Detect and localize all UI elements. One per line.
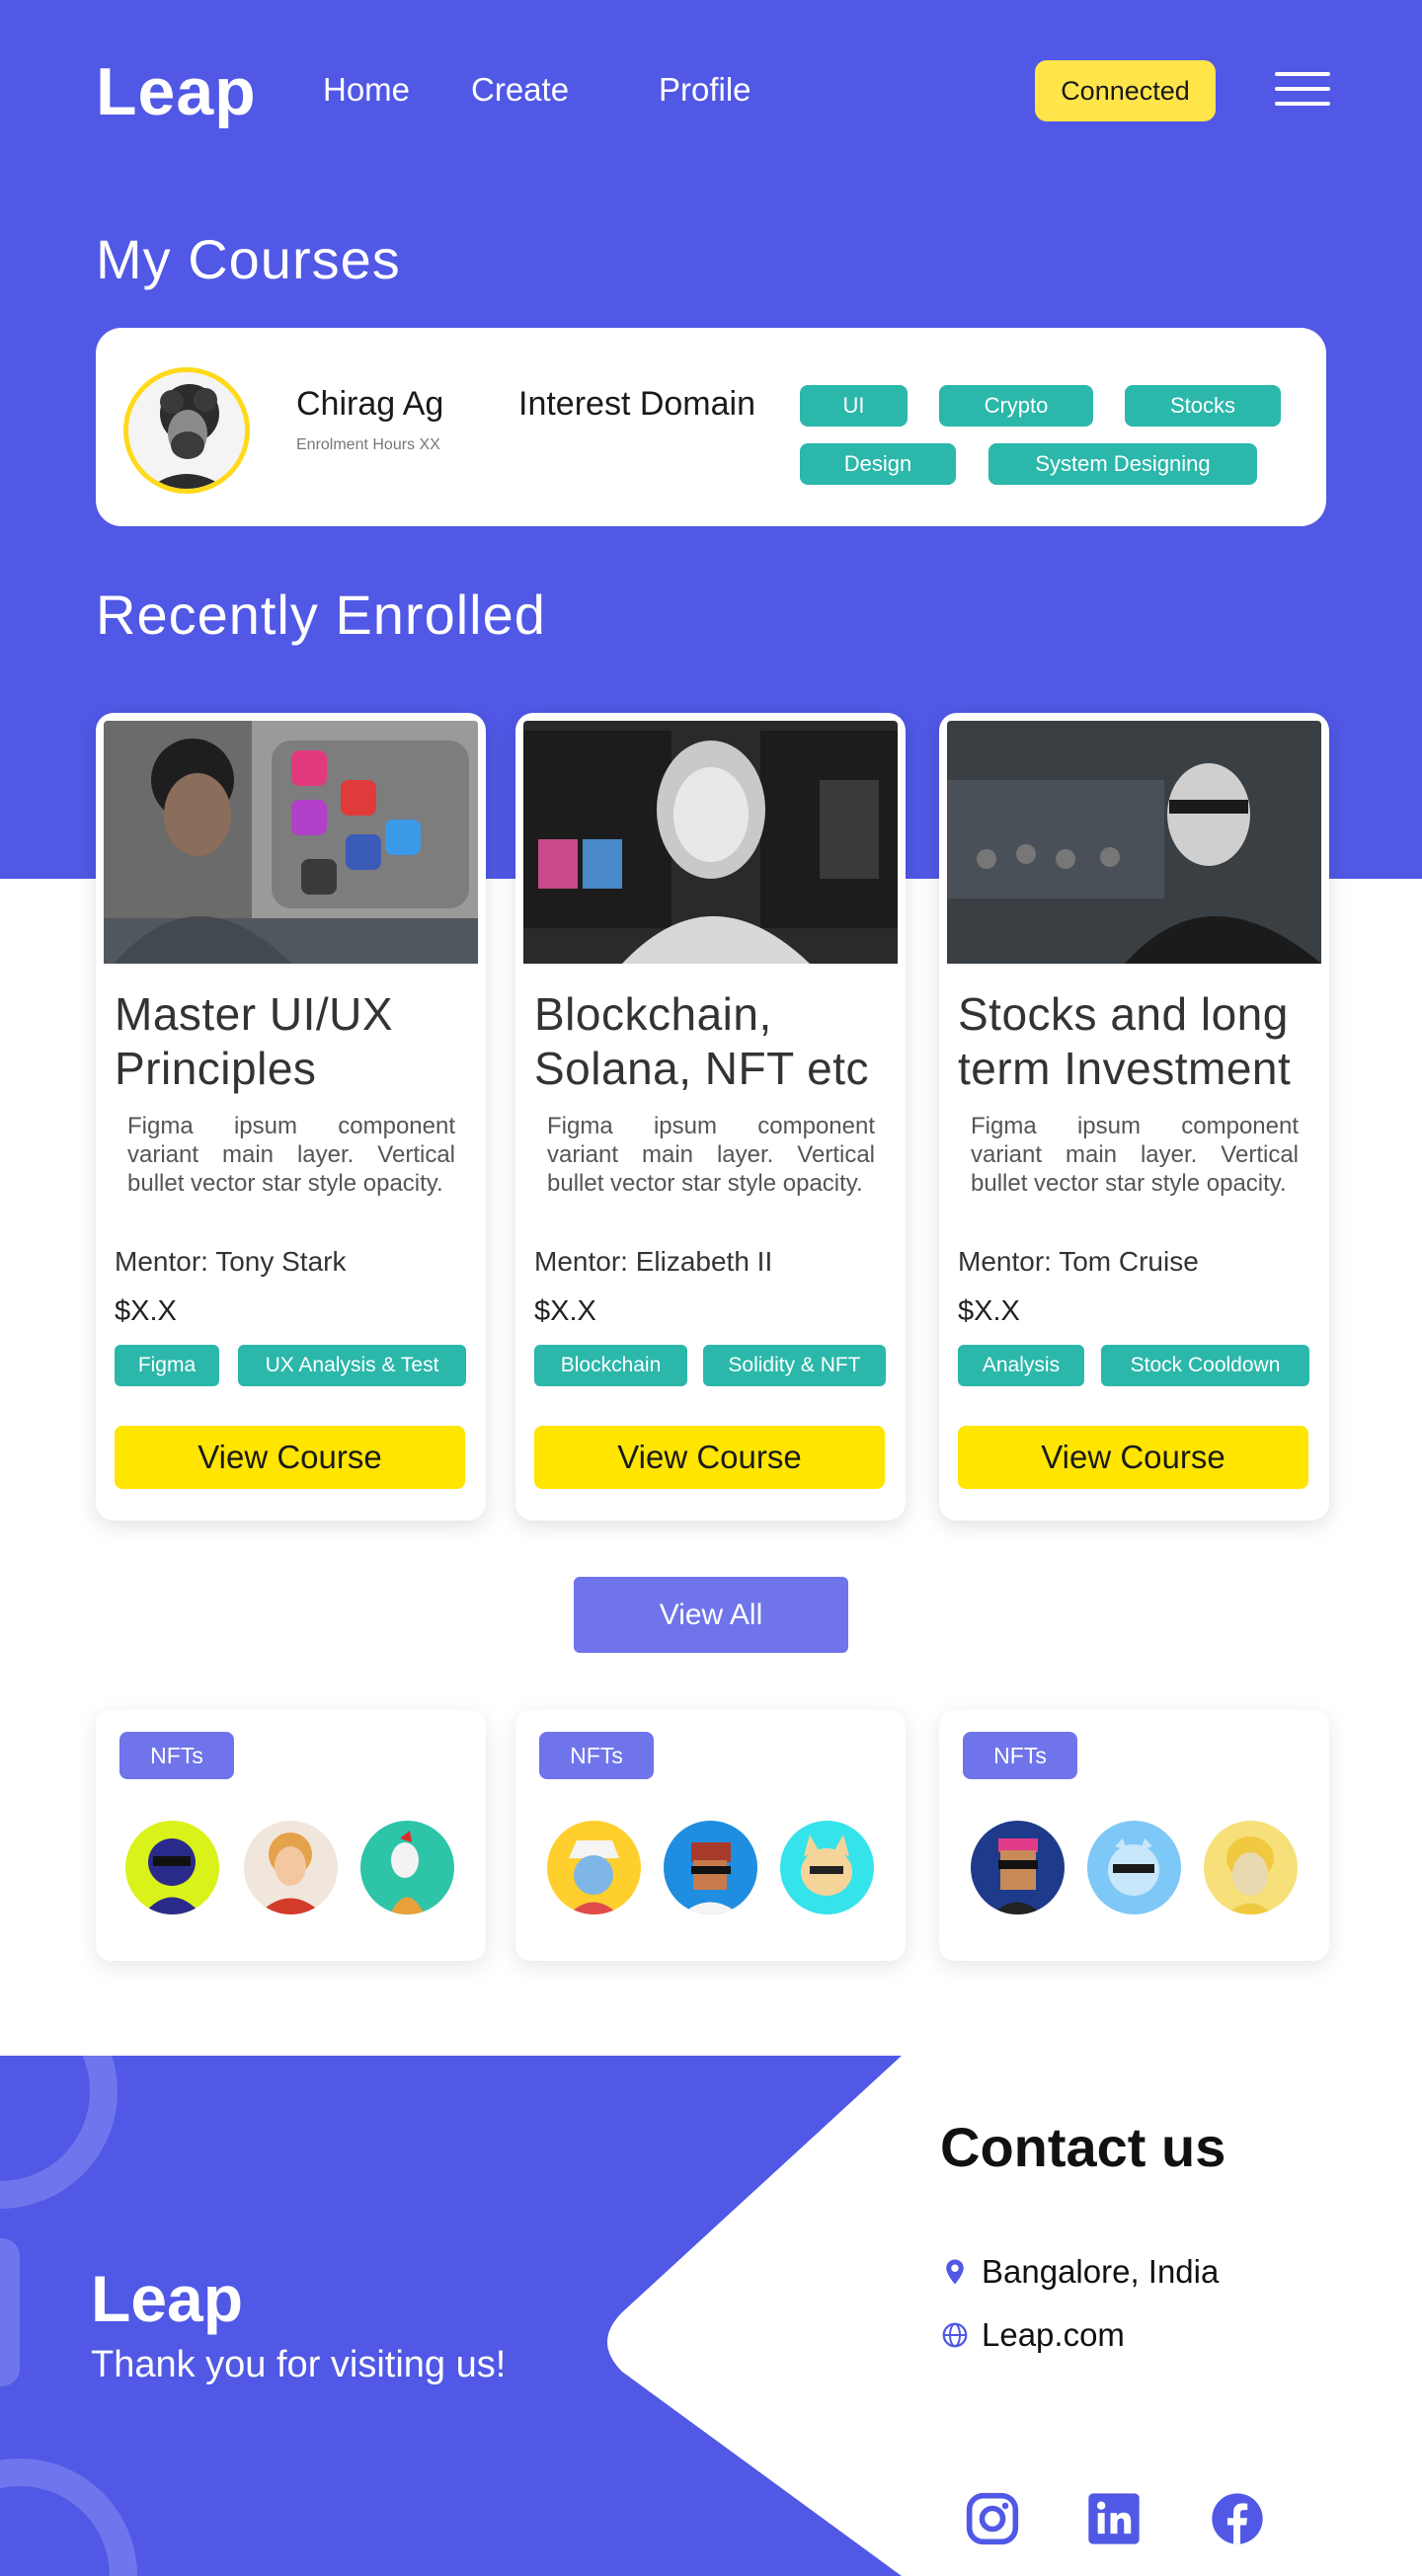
course-price: $X.X [958, 1295, 1020, 1327]
nft-tag[interactable]: NFTs [119, 1732, 234, 1779]
nft-avatar[interactable] [1204, 1821, 1298, 1914]
nav-home-link[interactable]: Home [323, 71, 410, 109]
course-image [947, 721, 1321, 964]
enrolment-hours: Enrolment Hours XX [296, 436, 440, 453]
course-mentor: Mentor: Tony Stark [115, 1246, 347, 1277]
nav-profile-link[interactable]: Profile [659, 71, 751, 109]
hamburger-menu-icon[interactable] [1275, 72, 1330, 110]
domain-tag-ui[interactable]: UI [800, 385, 908, 427]
nft-tag[interactable]: NFTs [963, 1732, 1077, 1779]
course-tag[interactable]: Analysis [958, 1345, 1084, 1386]
wallet-connected-button[interactable]: Connected [1035, 60, 1216, 121]
contact-title: Contact us [940, 2116, 1226, 2178]
course-description: Figma ipsum component variant main layer… [547, 1113, 875, 1197]
nft-card: NFTs [939, 1710, 1329, 1961]
course-title[interactable]: Master UI/UX Principles [115, 987, 480, 1096]
contact-website: Leap.com [940, 2316, 1125, 2354]
instagram-icon[interactable] [965, 2491, 1020, 2546]
recently-enrolled-title: Recently Enrolled [96, 584, 546, 646]
course-image [104, 721, 478, 964]
course-card: Stocks and long term Investment Figma ip… [939, 713, 1329, 1521]
view-course-button[interactable]: View Course [958, 1426, 1308, 1489]
course-title[interactable]: Stocks and long term Investment [958, 987, 1323, 1096]
user-name: Chirag Ag [296, 385, 444, 423]
globe-icon [940, 2320, 970, 2350]
website-link[interactable]: Leap.com [982, 2316, 1125, 2354]
course-description: Figma ipsum component variant main layer… [127, 1113, 455, 1197]
course-description: Figma ipsum component variant main layer… [971, 1113, 1299, 1197]
linkedin-icon[interactable] [1086, 2491, 1142, 2546]
brand-logo[interactable]: Leap [96, 53, 257, 130]
nft-avatar[interactable] [971, 1821, 1065, 1914]
domain-tag-system-designing[interactable]: System Designing [988, 443, 1257, 485]
my-courses-title: My Courses [96, 228, 401, 290]
nft-avatar[interactable] [125, 1821, 219, 1914]
course-title[interactable]: Blockchain, Solana, NFT etc [534, 987, 900, 1096]
course-card: Master UI/UX Principles Figma ipsum comp… [96, 713, 486, 1521]
course-mentor: Mentor: Tom Cruise [958, 1246, 1199, 1277]
domain-tag-crypto[interactable]: Crypto [939, 385, 1093, 427]
nft-avatar[interactable] [547, 1821, 641, 1914]
course-card: Blockchain, Solana, NFT etc Figma ipsum … [515, 713, 906, 1521]
course-tag[interactable]: Figma [115, 1345, 219, 1386]
location-pin-icon [940, 2257, 970, 2287]
location-text: Bangalore, India [982, 2253, 1220, 2290]
nft-avatar[interactable] [780, 1821, 874, 1914]
course-tag[interactable]: Blockchain [534, 1345, 687, 1386]
course-price: $X.X [534, 1295, 596, 1327]
user-avatar[interactable] [123, 367, 250, 494]
footer-thanks: Thank you for visiting us! [91, 2344, 507, 2385]
nft-avatar[interactable] [664, 1821, 757, 1914]
footer-brand: Leap [91, 2262, 244, 2335]
course-tag[interactable]: Stock Cooldown [1101, 1345, 1309, 1386]
view-all-button[interactable]: View All [574, 1577, 848, 1653]
course-price: $X.X [115, 1295, 177, 1327]
nft-avatar[interactable] [244, 1821, 338, 1914]
nft-card: NFTs [96, 1710, 486, 1961]
contact-location: Bangalore, India [940, 2253, 1219, 2291]
profile-card: Chirag Ag Enrolment Hours XX Interest Do… [96, 328, 1326, 526]
course-mentor: Mentor: Elizabeth II [534, 1246, 773, 1277]
course-image [523, 721, 898, 964]
domain-tag-design[interactable]: Design [800, 443, 956, 485]
course-tag[interactable]: Solidity & NFT [703, 1345, 886, 1386]
nft-card: NFTs [515, 1710, 906, 1961]
nft-avatar[interactable] [360, 1821, 454, 1914]
view-course-button[interactable]: View Course [534, 1426, 885, 1489]
view-course-button[interactable]: View Course [115, 1426, 465, 1489]
course-tag[interactable]: UX Analysis & Test [238, 1345, 466, 1386]
nft-avatar[interactable] [1087, 1821, 1181, 1914]
nav-create-link[interactable]: Create [471, 71, 569, 109]
facebook-icon[interactable] [1210, 2491, 1265, 2546]
nft-tag[interactable]: NFTs [539, 1732, 654, 1779]
domain-tag-stocks[interactable]: Stocks [1125, 385, 1281, 427]
top-nav: Leap Home Create Profile Connected [0, 0, 1422, 183]
interest-domain-label: Interest Domain [518, 385, 755, 423]
